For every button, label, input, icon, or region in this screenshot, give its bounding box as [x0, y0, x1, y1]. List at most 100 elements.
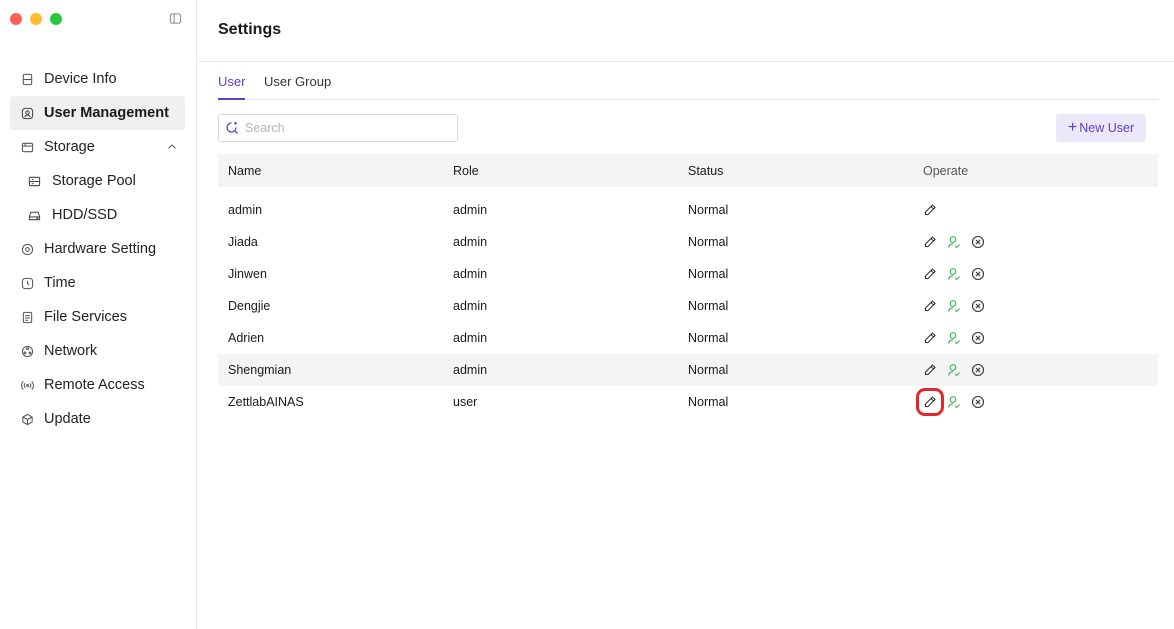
sidebar-item-label: HDD/SSD — [52, 207, 118, 223]
cell-operate — [923, 363, 1158, 377]
update-icon — [21, 413, 34, 426]
device-info-icon — [21, 73, 34, 86]
column-header-status: Status — [688, 163, 724, 178]
sidebar-item-file-services[interactable]: File Services — [10, 300, 185, 334]
sidebar-item-storage[interactable]: Storage — [10, 130, 185, 164]
sidebar-item-storage-pool[interactable]: Storage Pool — [10, 164, 185, 198]
cell-name: Jinwen — [228, 267, 267, 281]
sidebar-toggle-icon[interactable] — [169, 12, 182, 25]
sidebar-item-label: Update — [44, 411, 91, 427]
sidebar-item-remote-access[interactable]: Remote Access — [10, 368, 185, 402]
sidebar-item-update[interactable]: Update — [10, 402, 185, 436]
user-management-icon — [21, 107, 34, 120]
header: Settings — [198, 0, 1174, 62]
sidebar-item-user-management[interactable]: User Management — [10, 96, 185, 130]
sidebar-item-hardware-setting[interactable]: Hardware Setting — [10, 232, 185, 266]
sidebar-item-label: Hardware Setting — [44, 241, 157, 257]
storage-pool-icon — [28, 175, 41, 188]
user-table: Name Role Status Operate admin admin Nor… — [218, 154, 1158, 418]
cell-status: Normal — [688, 395, 729, 409]
edit-icon[interactable] — [916, 388, 944, 416]
cell-role: admin — [453, 267, 488, 281]
sidebar-item-label: Remote Access — [44, 377, 145, 393]
window-controls — [10, 13, 62, 25]
user-status-icon[interactable] — [947, 331, 961, 345]
cell-status: Normal — [688, 267, 729, 281]
sidebar-item-hdd-ssd[interactable]: HDD/SSD — [10, 198, 185, 232]
clock-icon — [21, 277, 34, 290]
sidebar-item-label: Time — [44, 275, 76, 291]
search-icon — [226, 122, 238, 134]
tab-user-group[interactable]: User Group — [264, 74, 331, 100]
delete-icon[interactable] — [971, 331, 985, 345]
delete-icon[interactable] — [971, 267, 985, 281]
table-row: Jiada admin Normal — [218, 226, 1158, 258]
edit-icon[interactable] — [923, 203, 937, 217]
cell-role: admin — [453, 363, 488, 377]
edit-icon[interactable] — [923, 235, 937, 249]
hdd-icon — [28, 209, 41, 222]
user-status-icon[interactable] — [947, 267, 961, 281]
cell-name: Jiada — [228, 235, 258, 249]
page-title: Settings — [218, 20, 282, 38]
user-status-icon[interactable] — [947, 395, 961, 409]
new-user-button[interactable]: + New User — [1056, 114, 1146, 142]
edit-icon[interactable] — [923, 267, 937, 281]
column-header-name: Name — [228, 163, 262, 178]
main-panel: Settings User User Group + New User Name… — [198, 0, 1174, 629]
delete-icon[interactable] — [971, 363, 985, 377]
new-user-label: New User — [1079, 121, 1135, 135]
close-window-button[interactable] — [10, 13, 22, 25]
user-status-icon[interactable] — [947, 363, 961, 377]
tab-user[interactable]: User — [218, 74, 246, 100]
user-status-icon[interactable] — [947, 299, 961, 313]
cell-role: admin — [453, 331, 488, 345]
cell-status: Normal — [688, 235, 729, 249]
search-box[interactable] — [218, 114, 458, 142]
cell-operate — [923, 331, 1158, 345]
maximize-window-button[interactable] — [50, 13, 62, 25]
column-header-operate: Operate — [923, 163, 969, 178]
cell-name: ZettlabAINAS — [228, 395, 304, 409]
chevron-up-icon[interactable] — [167, 142, 177, 152]
cell-status: Normal — [688, 299, 729, 313]
cell-status: Normal — [688, 203, 729, 217]
cell-role: user — [453, 395, 478, 409]
table-header: Name Role Status Operate — [218, 154, 1158, 187]
search-input[interactable] — [245, 121, 445, 135]
edit-icon[interactable] — [923, 299, 937, 313]
cell-role: admin — [453, 299, 488, 313]
sidebar-item-label: Storage — [44, 139, 95, 155]
file-icon — [21, 311, 34, 324]
remote-access-icon — [21, 379, 34, 392]
storage-icon — [21, 141, 34, 154]
hardware-icon — [21, 243, 34, 256]
sidebar-item-label: Storage Pool — [52, 173, 136, 189]
cell-name: Adrien — [228, 331, 265, 345]
cell-name: admin — [228, 203, 263, 217]
cell-operate — [923, 203, 1158, 217]
table-row: Jinwen admin Normal — [218, 258, 1158, 290]
minimize-window-button[interactable] — [30, 13, 42, 25]
table-row: Shengmian admin Normal — [218, 354, 1158, 386]
sidebar-item-device-info[interactable]: Device Info — [10, 62, 185, 96]
sidebar-item-time[interactable]: Time — [10, 266, 185, 300]
app-window: Device Info User Management Storage Stor… — [0, 0, 1174, 629]
delete-icon[interactable] — [971, 299, 985, 313]
delete-icon[interactable] — [971, 235, 985, 249]
delete-icon[interactable] — [971, 395, 985, 409]
sidebar-item-label: Network — [44, 343, 98, 359]
sidebar-nav: Device Info User Management Storage Stor… — [10, 62, 185, 436]
cell-operate — [923, 299, 1158, 313]
sidebar-item-label: File Services — [44, 309, 127, 325]
cell-role: admin — [453, 235, 488, 249]
plus-icon: + — [1067, 119, 1078, 136]
edit-icon[interactable] — [923, 331, 937, 345]
edit-icon[interactable] — [923, 363, 937, 377]
table-row: ZettlabAINAS user Normal — [218, 386, 1158, 418]
user-status-icon[interactable] — [947, 235, 961, 249]
table-row: Adrien admin Normal — [218, 322, 1158, 354]
cell-role: admin — [453, 203, 488, 217]
sidebar-item-network[interactable]: Network — [10, 334, 185, 368]
table-row: admin admin Normal — [218, 194, 1158, 226]
